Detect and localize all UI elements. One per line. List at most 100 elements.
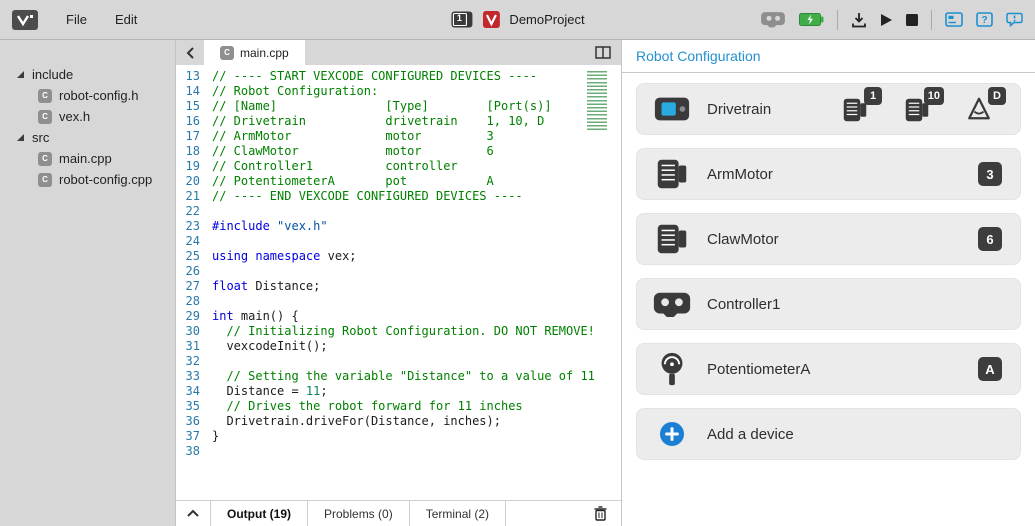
cpp-file-icon: C	[38, 152, 52, 166]
line-number: 15	[176, 99, 212, 114]
line-number: 20	[176, 174, 212, 189]
device-card-add-a-device[interactable]: Add a device	[636, 408, 1021, 460]
panel-tab-problems[interactable]: Problems (0)	[307, 501, 409, 526]
device-card-controller1[interactable]: Controller1	[636, 278, 1021, 330]
brain-icon[interactable]: 1	[450, 11, 472, 28]
bottom-bar-spacer	[506, 501, 580, 526]
back-chevron-icon[interactable]	[176, 40, 204, 65]
code-text: int main() {	[212, 309, 299, 324]
code-text: // ArmMotor motor 3	[212, 129, 494, 144]
controller-icon	[653, 285, 691, 323]
tabbar-spacer	[305, 40, 585, 65]
menu-file[interactable]: File	[52, 12, 101, 27]
file-robot-config-h[interactable]: Crobot-config.h	[0, 85, 175, 106]
code-editor[interactable]: 13// ---- START VEXCODE CONFIGURED DEVIC…	[176, 65, 621, 500]
code-line: 34 Distance = 11;	[176, 384, 621, 399]
device-label: PotentiometerA	[707, 361, 810, 378]
drivetrain-icon	[653, 90, 691, 128]
code-text: float Distance;	[212, 279, 320, 294]
brain-slot-badge: 1	[450, 13, 468, 23]
folder-include[interactable]: include	[0, 64, 175, 85]
file-robot-config-cpp[interactable]: Crobot-config.cpp	[0, 169, 175, 190]
code-line: 38	[176, 444, 621, 459]
device-card-clawmotor[interactable]: ClawMotor6	[636, 213, 1021, 265]
folder-label: include	[32, 67, 73, 82]
port-badge: 1	[864, 87, 882, 105]
potentiometer-icon	[653, 350, 691, 388]
device-card-potentiometera[interactable]: PotentiometerA A	[636, 343, 1021, 395]
port-badge: D	[988, 87, 1006, 105]
device-label: Drivetrain	[707, 101, 771, 118]
controller-status-icon[interactable]	[760, 11, 786, 28]
line-number: 26	[176, 264, 212, 279]
line-number: 16	[176, 114, 212, 129]
file-main-cpp[interactable]: Cmain.cpp	[0, 148, 175, 169]
stop-icon[interactable]	[906, 14, 918, 26]
file-vex-h[interactable]: Cvex.h	[0, 106, 175, 127]
line-number: 31	[176, 339, 212, 354]
line-number: 19	[176, 159, 212, 174]
menu-edit[interactable]: Edit	[101, 12, 151, 27]
file-label: vex.h	[59, 109, 90, 124]
code-line: 26	[176, 264, 621, 279]
code-text: // [Name] [Type] [Port(s)]	[212, 99, 552, 114]
code-line: 21// ---- END VEXCODE CONFIGURED DEVICES…	[176, 189, 621, 204]
add-device-icon	[653, 415, 691, 453]
device-ports: 110D	[840, 93, 1004, 125]
file-label: robot-config.cpp	[59, 172, 152, 187]
help-icon[interactable]: ?	[976, 12, 993, 27]
port-badge: 3	[978, 162, 1002, 186]
device-label: ArmMotor	[707, 166, 773, 183]
code-text: // PotentiometerA pot A	[212, 174, 494, 189]
toolbar-separator	[837, 10, 838, 30]
line-number: 38	[176, 444, 212, 459]
minimap[interactable]	[587, 71, 607, 131]
port-indicator: 1	[840, 93, 872, 125]
code-text: // ---- END VEXCODE CONFIGURED DEVICES -…	[212, 189, 523, 204]
line-number: 36	[176, 414, 212, 429]
play-icon[interactable]	[880, 13, 893, 27]
toolbar-center: 1 DemoProject	[450, 11, 584, 28]
feedback-icon[interactable]	[1006, 12, 1023, 27]
folder-src[interactable]: src	[0, 127, 175, 148]
line-number: 17	[176, 129, 212, 144]
cpp-file-icon: C	[220, 46, 234, 60]
folder-expand-icon[interactable]	[16, 133, 25, 142]
menu-bar: FileEdit	[52, 12, 151, 27]
split-editor-icon[interactable]	[585, 40, 621, 65]
console-icon[interactable]	[945, 12, 963, 27]
line-number: 25	[176, 249, 212, 264]
trash-icon[interactable]	[580, 501, 621, 526]
download-icon[interactable]	[851, 12, 867, 28]
collapse-chevron-icon[interactable]	[176, 501, 210, 526]
panel-tab-output[interactable]: Output (19)	[210, 501, 307, 526]
code-line: 31 vexcodeInit();	[176, 339, 621, 354]
line-number: 21	[176, 189, 212, 204]
code-text: #include "vex.h"	[212, 219, 328, 234]
device-card-drivetrain[interactable]: Drivetrain 110D	[636, 83, 1021, 135]
file-label: main.cpp	[59, 151, 112, 166]
folder-expand-icon[interactable]	[16, 70, 25, 79]
line-number: 18	[176, 144, 212, 159]
code-line: 22	[176, 204, 621, 219]
code-line: 30 // Initializing Robot Configuration. …	[176, 324, 621, 339]
line-number: 29	[176, 309, 212, 324]
motor-icon	[653, 220, 691, 258]
editor-tabbar: C main.cpp	[176, 40, 621, 65]
motor-icon	[653, 155, 691, 193]
device-card-armmotor[interactable]: ArmMotor 3	[636, 148, 1021, 200]
device-ports: A	[978, 357, 1004, 381]
folder-label: src	[32, 130, 49, 145]
v5-icon[interactable]	[482, 11, 499, 28]
line-number: 35	[176, 399, 212, 414]
code-text: // Setting the variable "Distance" to a …	[212, 369, 595, 384]
code-text: Drivetrain.driveFor(Distance, inches);	[212, 414, 501, 429]
tab-main-cpp[interactable]: C main.cpp	[204, 40, 305, 65]
vex-logo[interactable]	[12, 10, 38, 30]
code-text: // ---- START VEXCODE CONFIGURED DEVICES…	[212, 69, 537, 84]
line-number: 13	[176, 69, 212, 84]
port-indicator: D	[964, 93, 996, 125]
code-line: 35 // Drives the robot forward for 11 in…	[176, 399, 621, 414]
code-text: // Drives the robot forward for 11 inche…	[212, 399, 523, 414]
panel-tab-terminal[interactable]: Terminal (2)	[409, 501, 506, 526]
